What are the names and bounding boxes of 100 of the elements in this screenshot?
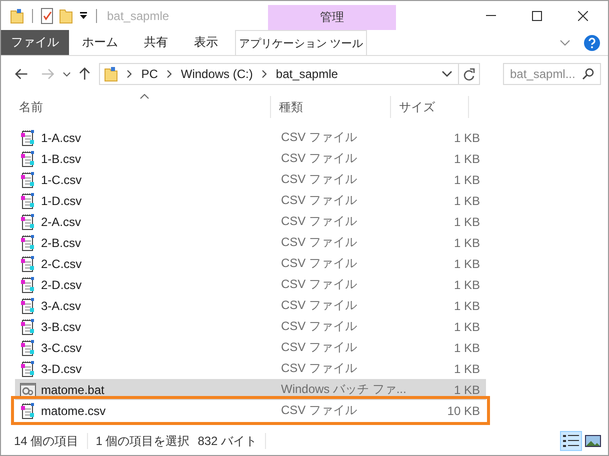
maximize-icon[interactable] [532,10,542,20]
file-row[interactable]: matome.csv CSV ファイル 10 KB [15,400,486,421]
selection-size: 832 バイト [198,432,258,450]
file-name: 3-B.csv [40,320,82,334]
ribbon-tab[interactable]: 表示 [181,30,231,55]
folder-icon[interactable] [10,8,24,24]
up-arrow-icon[interactable] [78,67,90,81]
file-type: CSV ファイル [281,192,358,209]
ribbon-tab[interactable]: 共有 [131,30,181,55]
chevron-right-icon[interactable] [127,70,132,78]
ribbon-tab[interactable]: ファイル [1,30,69,55]
file-name: 3-D.csv [40,362,83,376]
file-name: 3-A.csv [40,298,82,312]
file-type: CSV ファイル [281,171,358,188]
checklist-icon[interactable] [41,8,53,24]
file-row[interactable]: 1-D.csv CSV ファイル 1 KB [15,190,486,211]
file-row[interactable]: 3-C.csv CSV ファイル 1 KB [15,337,486,358]
file-name: 2-B.csv [40,236,82,250]
file-size: 1 KB [452,278,481,292]
file-type: CSV ファイル [281,360,358,377]
file-row[interactable]: 3-D.csv CSV ファイル 1 KB [15,358,486,379]
csv-file-icon [20,318,36,334]
chevron-down-icon[interactable] [63,72,71,76]
close-icon[interactable] [578,10,588,20]
file-row[interactable]: 3-B.csv CSV ファイル 1 KB [15,316,486,337]
file-size: 1 KB [452,320,481,334]
file-name: 1-B.csv [40,152,82,166]
file-row[interactable]: 1-C.csv CSV ファイル 1 KB [15,169,486,190]
csv-file-icon [20,298,36,314]
file-row[interactable]: 2-A.csv CSV ファイル 1 KB [15,211,486,232]
csv-file-icon [20,402,36,418]
chevron-right-icon[interactable] [262,70,267,78]
breadcrumb[interactable]: PC [141,67,158,81]
file-size: 10 KB [446,404,481,418]
csv-file-icon [20,360,36,376]
file-name: 3-C.csv [40,340,83,354]
column-header[interactable]: 名前 [1,96,271,118]
address-bar[interactable]: PC Windows (C:) bat_sapmle [99,63,460,85]
refresh-button[interactable] [459,63,480,85]
breadcrumb[interactable]: bat_sapmle [276,67,338,81]
context-tab-group: 管理 [268,5,396,30]
file-name: 1-A.csv [40,130,82,144]
csv-file-icon [20,130,36,146]
file-name: 2-A.csv [40,214,82,228]
folder-icon [104,66,118,82]
file-size: 1 KB [452,382,481,396]
column-header[interactable]: 種類 [271,96,391,118]
file-size: 1 KB [452,194,481,208]
file-name: 1-C.csv [40,172,83,186]
file-type: CSV ファイル [281,150,358,167]
window-title: bat_sapmle [107,8,170,22]
file-row[interactable]: 1-A.csv CSV ファイル 1 KB [15,127,486,148]
ribbon-tab[interactable]: アプリケーション ツール [235,30,367,55]
file-type: CSV ファイル [281,234,358,251]
file-size: 1 KB [452,298,481,312]
file-type: CSV ファイル [281,213,358,230]
file-size: 1 KB [452,340,481,354]
file-name: 2-D.csv [40,278,83,292]
file-type: CSV ファイル [281,318,358,335]
chevron-right-icon[interactable] [166,70,172,78]
item-count: 14 個の項目 [14,432,79,450]
csv-file-icon [20,172,36,188]
file-name: 2-C.csv [40,256,83,270]
file-name: matome.bat [40,382,106,396]
file-type: CSV ファイル [281,402,358,419]
file-size: 1 KB [452,214,481,228]
file-type: CSV ファイル [281,297,358,314]
gears-file-icon [20,382,36,396]
back-arrow-icon[interactable] [15,68,28,80]
file-size: 1 KB [452,256,481,270]
file-type: CSV ファイル [281,276,358,293]
ribbon-tab[interactable]: ホーム [69,30,131,55]
file-row[interactable]: 3-A.csv CSV ファイル 1 KB [15,295,486,316]
refresh-icon [463,68,476,80]
file-name: matome.csv [40,404,107,418]
csv-file-icon [20,340,36,356]
file-size: 1 KB [452,236,481,250]
csv-file-icon [20,234,36,250]
dropdown-icon[interactable] [79,12,88,20]
breadcrumb[interactable]: Windows (C:) [180,67,253,81]
help-icon[interactable] [584,34,600,50]
details-view-button[interactable] [560,431,582,451]
file-size: 1 KB [452,172,481,186]
file-size: 1 KB [452,130,481,144]
file-row[interactable]: 2-B.csv CSV ファイル 1 KB [15,232,486,253]
csv-file-icon [20,192,36,208]
file-type: CSV ファイル [281,339,358,356]
file-row[interactable]: 2-D.csv CSV ファイル 1 KB [15,274,486,295]
search-field[interactable]: bat_sapml... [502,63,601,85]
csv-file-icon [20,276,36,292]
csv-file-icon [20,214,36,230]
column-header[interactable]: サイズ [391,96,469,118]
file-row[interactable]: 2-C.csv CSV ファイル 1 KB [15,253,486,274]
search-icon [582,68,594,80]
csv-file-icon [20,150,36,166]
file-size: 1 KB [452,152,481,166]
chevron-down-icon[interactable] [442,71,452,77]
file-row[interactable]: 1-B.csv CSV ファイル 1 KB [15,148,486,169]
file-type: Windows バッチ ファ... [281,381,408,398]
selection-count: 1 個の項目を選択 [96,432,190,450]
